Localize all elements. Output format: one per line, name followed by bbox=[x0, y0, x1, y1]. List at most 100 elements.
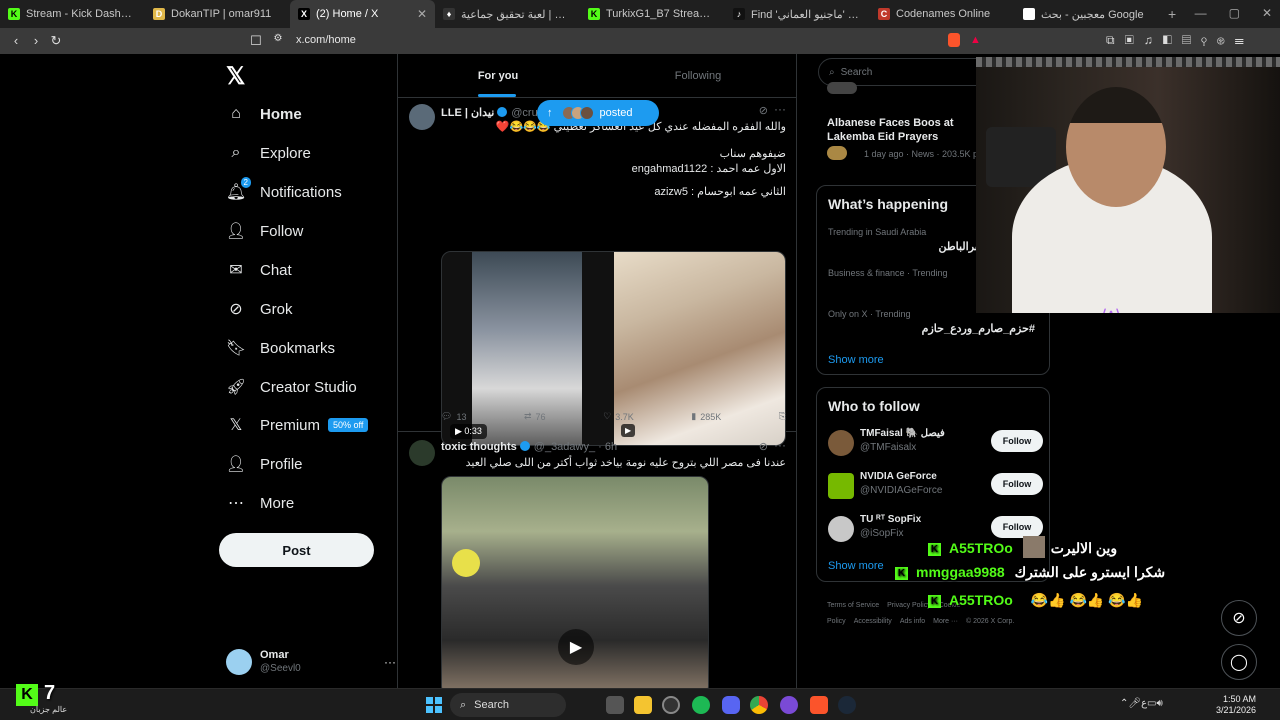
repost-button[interactable]: ⇄ 76 bbox=[524, 411, 546, 422]
taskbar-search[interactable]: ⌕ Search bbox=[450, 693, 566, 717]
file-explorer-icon[interactable] bbox=[634, 696, 652, 714]
tab-for-you[interactable]: For you bbox=[398, 54, 598, 97]
x-logo[interactable]: 𝕏 bbox=[226, 62, 245, 91]
post-button[interactable]: Post bbox=[219, 533, 374, 567]
close-window-icon[interactable]: ✕ bbox=[1262, 6, 1272, 20]
windows-start-icon[interactable] bbox=[426, 697, 442, 713]
show-more-link[interactable]: Show more bbox=[828, 354, 884, 366]
new-tab-icon[interactable]: + bbox=[1168, 6, 1176, 22]
grok-float-icon[interactable]: ⊘ bbox=[1221, 600, 1257, 636]
trend-name[interactable]: #حزم_صارم_وردع_حازم bbox=[922, 322, 1035, 335]
main-feed: For you Following ↑ posted LLE | نيدان @c… bbox=[397, 54, 797, 688]
taskbar-clock[interactable]: 1:50 AM 3/21/2026 bbox=[1216, 694, 1256, 716]
like-button[interactable]: ♡ 3.7K bbox=[603, 411, 634, 422]
browser-icon[interactable] bbox=[780, 696, 798, 714]
tweet[interactable]: toxic thoughts @_3adawy_ · 6h ⊘ ··· عندنا… bbox=[398, 432, 796, 688]
more-icon[interactable]: ··· bbox=[774, 102, 786, 116]
address-bar[interactable]: x.com/home bbox=[296, 34, 356, 46]
browser-tab[interactable]: D DokanTIP | omar911 bbox=[145, 0, 290, 28]
tweet-text: عندنا فى مصر اللي بتروح عليه نومة بياخد … bbox=[466, 456, 786, 471]
browser-tab[interactable]: ♦ مكشوف | لعبة تحقيق جماعية bbox=[435, 0, 580, 28]
messages-float-icon[interactable]: ◯ bbox=[1221, 644, 1257, 680]
tab-following[interactable]: Following bbox=[598, 54, 796, 97]
follow-suggestion[interactable]: NVIDIA GeForce @NVIDIAGeForce Follow bbox=[828, 469, 1043, 505]
browser-tab[interactable]: X (2) Home / X ✕ bbox=[290, 0, 435, 28]
system-tray-icons[interactable]: ⌃🎤︎ع▭🔊︎ bbox=[1120, 698, 1163, 709]
close-tab-icon[interactable]: ✕ bbox=[417, 7, 427, 21]
steam-icon[interactable] bbox=[838, 696, 856, 714]
more-icon[interactable]: ··· bbox=[384, 655, 396, 669]
sidebar-item-home[interactable]: ⌂ Home bbox=[226, 99, 302, 129]
discord-icon[interactable] bbox=[722, 696, 740, 714]
browser-tab[interactable]: K TurkixG1_B7 Stream - Watch Live bbox=[580, 0, 725, 28]
chrome-icon[interactable] bbox=[750, 696, 768, 714]
footer-link[interactable]: © 2026 X Corp. bbox=[966, 618, 1014, 625]
browser-tab[interactable]: C Codenames Online bbox=[870, 0, 1015, 28]
sidebar-item-bookmarks[interactable]: 🔖︎ Bookmarks bbox=[226, 333, 335, 363]
account-name: NVIDIA GeForce bbox=[860, 471, 937, 482]
sidebar-item-grok[interactable]: ⊘ Grok bbox=[226, 294, 292, 324]
tweet-author[interactable]: LLE | نيدان @cruvt bbox=[441, 106, 546, 119]
views-button[interactable]: ▮ 285K bbox=[691, 411, 721, 422]
avatar[interactable] bbox=[828, 430, 854, 456]
reply-button[interactable]: 💬︎ 13 bbox=[441, 411, 466, 422]
brave-icon[interactable] bbox=[810, 696, 828, 714]
browser-tab[interactable]: G معجبين - بحث Google bbox=[1015, 0, 1160, 28]
footer-link[interactable]: More ··· bbox=[933, 618, 958, 625]
tweet-author[interactable]: toxic thoughts @_3adawy_ · 6h bbox=[441, 441, 617, 453]
follow-suggestion[interactable]: TMFaisal 🐘 فيصل @TMFaisalx Follow bbox=[828, 426, 1043, 462]
x-sidebar: 𝕏 ⌂ Home ⌕ Explore 🔔︎ 2 Notifications 👤︎ Follow ✉… bbox=[210, 54, 396, 688]
tweet[interactable]: LLE | نيدان @cruvt ⊘ ··· والله الفقره الم… bbox=[398, 98, 796, 446]
follow-button[interactable]: Follow bbox=[991, 430, 1043, 452]
footer-link[interactable]: Ads info bbox=[900, 618, 925, 625]
show-more-link[interactable]: Show more bbox=[828, 560, 884, 572]
avatar[interactable] bbox=[409, 104, 435, 130]
news-title[interactable]: Albanese Faces Boos at Lakemba Eid Praye… bbox=[827, 116, 987, 144]
avatar[interactable] bbox=[828, 473, 854, 499]
footer-link[interactable]: Privacy Policy bbox=[887, 602, 931, 609]
browser-tab[interactable]: ♪ Find 'ماجنيو العماني' on TikTok bbox=[725, 0, 870, 28]
sidebar-item-premium[interactable]: 𝕏 Premium 50% off bbox=[226, 410, 369, 440]
sidebar-item-follow[interactable]: 👤︎ Follow bbox=[226, 216, 304, 246]
sidebar-item-profile[interactable]: 👤︎ Profile bbox=[226, 449, 303, 479]
rocket-icon: 🚀︎ bbox=[225, 379, 247, 396]
extension-icons[interactable]: ⧉▣♫◧▤⚲⊛☰ bbox=[1106, 33, 1254, 48]
spotify-icon[interactable] bbox=[692, 696, 710, 714]
reload-icon[interactable]: ↻ bbox=[46, 33, 66, 49]
maximize-icon[interactable]: ▢ bbox=[1229, 6, 1240, 20]
view-count: 285K bbox=[700, 411, 722, 422]
repost-count: 76 bbox=[535, 411, 546, 422]
bookmark-page-icon[interactable]: ☐ bbox=[246, 33, 266, 49]
minimize-icon[interactable]: — bbox=[1195, 6, 1207, 20]
avatar[interactable] bbox=[828, 516, 854, 542]
footer-link[interactable]: Accessibility bbox=[854, 618, 892, 625]
play-icon[interactable]: ▶ bbox=[558, 629, 594, 665]
task-view-icon[interactable] bbox=[606, 696, 624, 714]
sidebar-item-chat[interactable]: ✉ Chat bbox=[226, 255, 291, 285]
more-icon[interactable]: ··· bbox=[774, 438, 786, 452]
site-info-icon[interactable]: ⚙ bbox=[268, 33, 288, 44]
feed-tabs: For you Following bbox=[398, 54, 796, 98]
sidebar-item-more[interactable]: ⋯ More bbox=[226, 488, 294, 518]
footer-link[interactable]: Terms of Service bbox=[827, 602, 879, 609]
obs-icon[interactable] bbox=[662, 696, 680, 714]
grok-icon[interactable]: ⊘ bbox=[759, 440, 768, 453]
tweet-actions: 💬︎ 13 ⇄ 76 ♡ 3.7K ▮ 285K ⎘ bbox=[441, 411, 786, 422]
forward-icon[interactable]: › bbox=[26, 33, 46, 48]
new-posts-pill[interactable]: ↑ posted bbox=[537, 100, 659, 126]
back-icon[interactable]: ‹ bbox=[6, 33, 26, 48]
account-switcher[interactable]: Omar @Seevl0 ··· bbox=[226, 642, 396, 682]
brave-shield-icon[interactable] bbox=[948, 33, 960, 47]
brave-rewards-icon[interactable]: ▲ bbox=[970, 34, 981, 46]
bookmark-button[interactable]: ⎘ bbox=[779, 411, 786, 422]
browser-tab[interactable]: K Stream - Kick Dashboard bbox=[0, 0, 145, 28]
avatar[interactable] bbox=[409, 440, 435, 466]
sidebar-item-notifications[interactable]: 🔔︎ 2 Notifications bbox=[226, 177, 342, 207]
sidebar-item-creator-studio[interactable]: 🚀︎ Creator Studio bbox=[226, 372, 357, 402]
video-player[interactable]: ▶ bbox=[441, 476, 709, 688]
sidebar-item-explore[interactable]: ⌕ Explore bbox=[226, 138, 311, 168]
grok-icon[interactable]: ⊘ bbox=[759, 104, 768, 117]
follow-button[interactable]: Follow bbox=[991, 516, 1043, 538]
follow-button[interactable]: Follow bbox=[991, 473, 1043, 495]
news-avatars bbox=[827, 82, 857, 94]
